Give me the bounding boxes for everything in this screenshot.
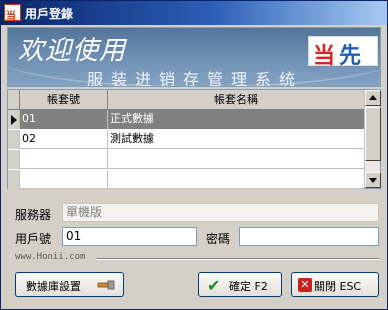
scroll-down-arrow-icon[interactable] (365, 172, 381, 188)
database-settings-label: 數據庫設置 (26, 280, 81, 293)
server-field: 單機版 (62, 203, 379, 222)
row-indicator (8, 130, 20, 149)
logo-left: 当 (313, 44, 336, 69)
database-settings-button[interactable]: 數據庫設置 (15, 272, 124, 297)
row-indicator (8, 110, 20, 129)
server-label: 服務器 (15, 208, 52, 222)
row-indicator (8, 170, 20, 189)
scroll-up-arrow-icon[interactable] (365, 90, 381, 106)
account-set-grid[interactable]: 帳套號 帳套名稱 01 正式數據 02 測試數據 (7, 89, 381, 189)
user-id-input[interactable]: 01 (62, 227, 197, 246)
cell-account-name[interactable]: 正式數據 (108, 110, 364, 129)
column-header-account-id[interactable]: 帳套號 (20, 90, 108, 110)
logo-right: 先 (339, 44, 362, 69)
vertical-scrollbar[interactable] (364, 90, 381, 188)
password-input[interactable] (239, 227, 379, 246)
window-title: 用戶登錄 (25, 7, 74, 21)
close-label: 關閉 ESC (314, 280, 362, 293)
table-row[interactable]: 01 正式數據 (8, 110, 364, 129)
cell-account-id[interactable] (20, 170, 108, 189)
footer-divider (97, 258, 379, 260)
password-label: 密碼 (206, 232, 231, 246)
cell-account-id[interactable] (20, 150, 108, 169)
current-row-pointer-icon (11, 115, 17, 125)
banner: 欢迎使用 服装进销存管理系统 当 先 (7, 27, 381, 87)
grid-header: 帳套號 帳套名稱 (8, 90, 364, 110)
login-window: 当 用戶登錄 欢迎使用 服装进销存管理系统 当 先 帳套號 帳套名稱 01 正式… (0, 0, 388, 310)
website-url: www.Honii.com (15, 252, 86, 262)
app-icon: 当 (4, 4, 21, 22)
cell-account-id[interactable]: 02 (20, 130, 108, 149)
scroll-thumb[interactable] (365, 107, 381, 161)
row-indicator (8, 150, 20, 169)
banner-welcome-text: 欢迎使用 (18, 36, 127, 66)
column-header-account-name[interactable]: 帳套名稱 (108, 90, 364, 110)
cell-account-id[interactable]: 01 (20, 110, 108, 129)
company-logo: 当 先 (308, 36, 378, 69)
grid-header-indicator (8, 90, 20, 110)
close-icon: ✕ (298, 278, 312, 292)
confirm-button[interactable]: ✔ 確定 F2 (198, 272, 282, 297)
user-id-label: 用戶號 (15, 232, 52, 246)
close-button[interactable]: ✕ 關閉 ESC (291, 272, 379, 297)
check-icon: ✔ (207, 276, 221, 295)
cell-account-name[interactable] (108, 170, 364, 189)
cell-account-name[interactable]: 測試數據 (108, 130, 364, 149)
title-bar[interactable]: 当 用戶登錄 (1, 1, 387, 25)
cell-account-name[interactable] (108, 150, 364, 169)
table-row[interactable] (8, 170, 364, 189)
confirm-label: 確定 F2 (229, 280, 268, 293)
table-row[interactable] (8, 150, 364, 169)
table-row[interactable]: 02 測試數據 (8, 130, 364, 149)
wrench-icon (97, 280, 115, 290)
